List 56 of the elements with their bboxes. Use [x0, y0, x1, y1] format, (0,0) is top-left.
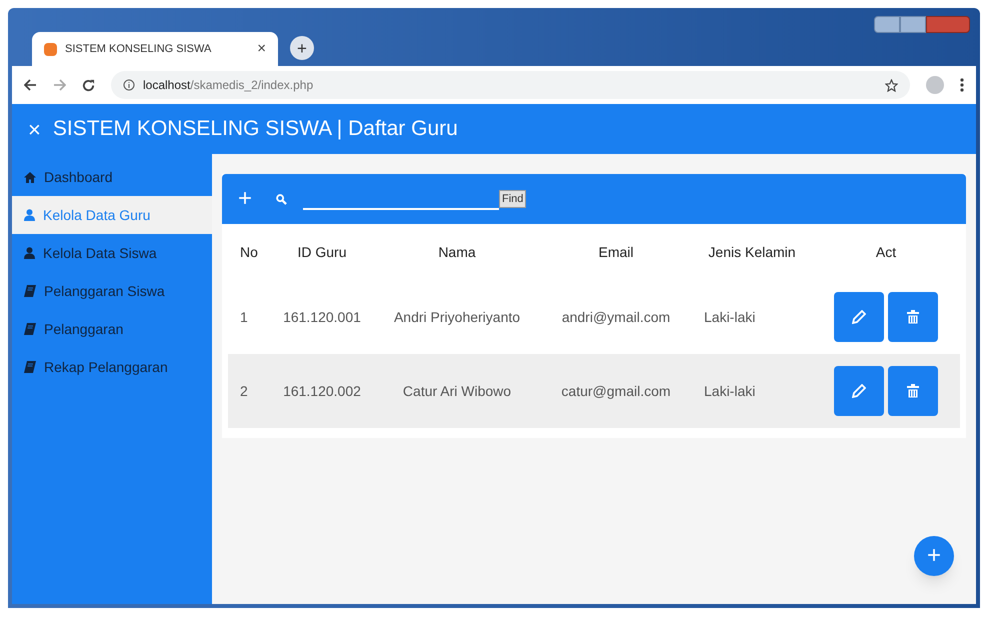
star-icon[interactable]: [885, 78, 898, 92]
back-icon[interactable]: [24, 79, 37, 91]
tab-close-button[interactable]: ×: [257, 38, 266, 60]
site-favicon: [44, 42, 57, 56]
info-icon: [123, 79, 135, 91]
table-cell-text: Laki-laki: [703, 308, 756, 326]
minimize-button[interactable]: [874, 16, 900, 33]
pencil-icon: [852, 384, 866, 398]
table-cell-text: 161.120.002: [283, 382, 361, 400]
address-bar[interactable]: localhost/skamedis_2/index.php: [111, 71, 910, 99]
edit-button[interactable]: [834, 366, 884, 416]
menu-icon[interactable]: [960, 78, 964, 92]
sidebar-item[interactable]: Dashboard: [12, 158, 212, 196]
table-cell-text: Andri Priyoheriyanto: [394, 308, 520, 327]
new-tab-button[interactable]: +: [290, 36, 314, 60]
table-cell-text: 2: [239, 382, 249, 400]
table-cell-text: andri@ymail.com: [562, 308, 670, 327]
close-menu-button[interactable]: ×: [28, 112, 41, 146]
user-icon: [24, 247, 35, 259]
column-header: Act: [874, 242, 898, 262]
tab-title: SISTEM KONSELING SISWA: [65, 42, 212, 57]
pencil-icon: [852, 310, 866, 324]
table-cell-text: 161.120.001: [283, 308, 361, 326]
sidebar-item[interactable]: Rekap Pelanggaran: [12, 348, 212, 386]
user-icon: [24, 209, 35, 221]
edit-button[interactable]: [834, 292, 884, 342]
sidebar-item[interactable]: Pelanggaran Siswa: [12, 272, 212, 310]
trash-icon: [907, 310, 919, 324]
page-title: SISTEM KONSELING SISWA | Daftar Guru: [52, 116, 458, 142]
add-button[interactable]: +: [238, 187, 252, 211]
table-cell-text: Catur Ari Wibowo: [402, 382, 512, 400]
trash-icon: [907, 384, 919, 398]
home-icon: [24, 172, 36, 182]
sidebar-item[interactable]: Pelanggaran: [12, 310, 212, 348]
url-text: localhost/skamedis_2/index.php: [143, 77, 314, 94]
table-cell-text: 1: [239, 308, 249, 326]
book-icon: [24, 285, 36, 297]
floating-add-button[interactable]: +: [914, 536, 954, 576]
column-header: Email: [597, 242, 634, 262]
forward-icon[interactable]: [53, 79, 66, 91]
delete-button[interactable]: [888, 292, 938, 342]
column-header: No: [239, 242, 259, 262]
table-cell-text: Laki-laki: [703, 382, 756, 400]
column-header: ID Guru: [296, 242, 348, 262]
table-cell-text: catur@gmail.com: [561, 382, 671, 401]
book-icon: [24, 361, 36, 373]
column-header: Jenis Kelamin: [707, 242, 797, 262]
column-header: Nama: [437, 242, 477, 262]
reload-icon[interactable]: [82, 78, 95, 92]
book-icon: [24, 323, 36, 335]
search-icon: [276, 194, 288, 204]
find-button[interactable]: Find: [499, 190, 526, 208]
delete-button[interactable]: [888, 366, 938, 416]
sidebar-item[interactable]: Kelola Data Siswa: [12, 234, 212, 272]
sidebar-item[interactable]: Kelola Data Guru: [12, 196, 212, 234]
browser-tab[interactable]: SISTEM KONSELING SISWA ×: [32, 32, 278, 66]
